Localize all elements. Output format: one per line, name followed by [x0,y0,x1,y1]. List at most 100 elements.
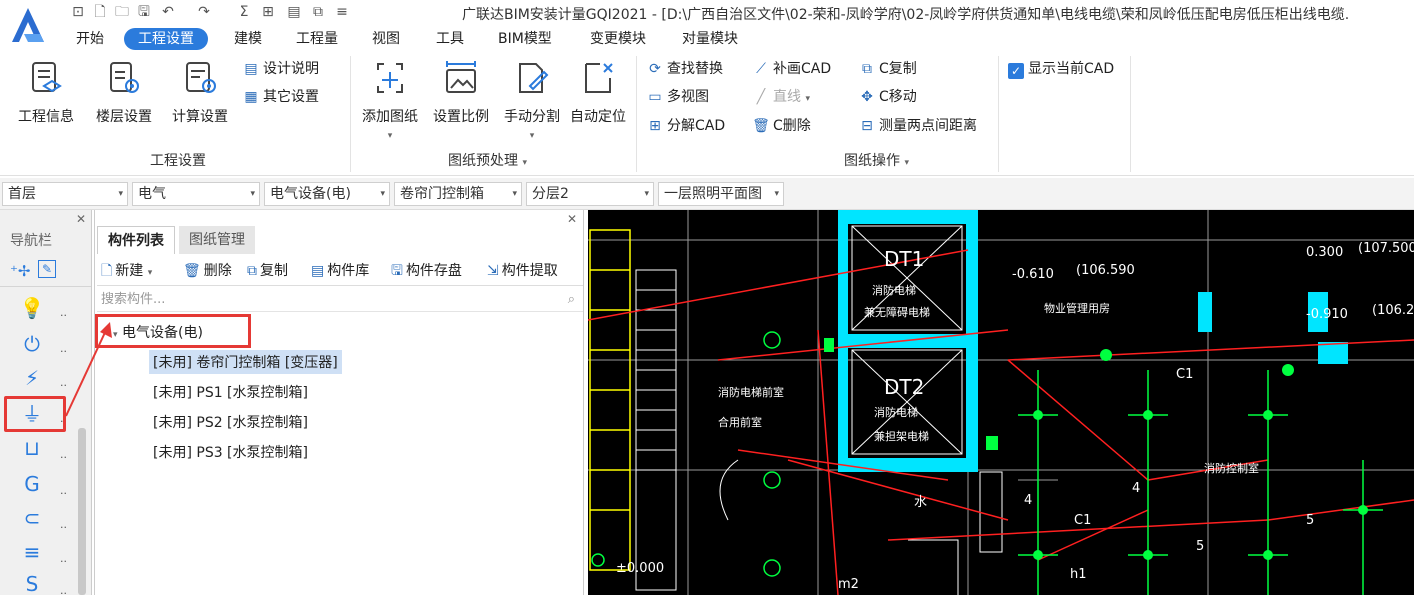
cable-icon[interactable]: S [16,568,48,595]
socket-icon[interactable]: ⏻ [16,328,48,360]
add-icon[interactable]: ⁺✢ [10,262,31,280]
delete-label: 删除 [203,263,232,279]
cad-canvas[interactable]: DT1 DT2 消防电梯 兼无障碍电梯 消防电梯 兼担架电梯 消防电梯前室 合用… [588,210,1414,595]
conduit-icon[interactable]: G [16,468,48,500]
filter-bar: 首层 ▾ 电气 ▾ 电气设备(电) ▾ 卷帘门控制箱 ▾ 分层2 ▾ 一层照明平面图 ▾ [0,178,1414,210]
library-icon: ▤ [311,263,325,279]
move-icon: ✥ [861,89,873,105]
extract-component-button[interactable]: ⇲ 构件提取 [487,260,558,282]
floor-select[interactable]: 首层 ▾ [2,182,128,206]
project-info-button[interactable]: 工程信息 [10,58,82,126]
ribbon-divider [636,56,637,172]
sum-icon[interactable]: Σ [236,4,252,20]
c-copy-button[interactable]: ⧉ C复制 [858,58,917,80]
more-icon[interactable]: .. [60,484,67,497]
auto-locate-icon [585,63,613,93]
save-disk-icon[interactable]: 🖫 [136,4,152,20]
add-drawing-button[interactable]: 添加图纸 ▾ [354,58,426,142]
tab-modeling[interactable]: 建模 [234,28,262,50]
more-icon[interactable]: .. [60,584,67,595]
cad-label-fire-lift: 消防电梯 [872,283,916,297]
new-file-icon[interactable]: 🗋 [92,4,108,20]
design-notes-button[interactable]: ▤ 设计说明 [242,58,319,80]
other-settings-button[interactable]: ▦ 其它设置 [242,86,319,108]
cad-elevation: -0.910 [1306,307,1348,322]
component-select-value: 卷帘门控制箱 [400,186,484,202]
scrollbar[interactable] [78,428,86,595]
component-select[interactable]: 卷帘门控制箱 ▾ [394,182,522,206]
report-icon[interactable]: ▤ [286,4,302,20]
library-button[interactable]: ▤ 构件库 [311,260,369,282]
tree-item[interactable]: [未用] 卷帘门控制箱 [变压器] [149,350,342,374]
ribbon-divider [1130,56,1131,172]
line-button[interactable]: ╱ 直线 ▾ [752,86,810,108]
copy-button[interactable]: ⧉ 复制 [247,260,288,282]
c-delete-label: C删除 [773,118,811,134]
tab-component-list[interactable]: 构件列表 [97,226,175,254]
multi-view-button[interactable]: ▭ 多视图 [646,86,709,108]
more-icon[interactable]: .. [60,518,67,531]
line-label: 直线 [773,89,801,105]
lighting-icon[interactable]: 💡 [16,292,48,324]
category-select[interactable]: 电气设备(电) ▾ [264,182,390,206]
tab-drawing-management[interactable]: 图纸管理 [179,226,255,254]
delete-button[interactable]: 🗑 删除 [183,260,232,282]
group-label-drawing-preprocess[interactable]: 图纸预处理 ▾ [448,150,527,170]
more-icon[interactable]: .. [60,306,67,319]
search-input[interactable]: 搜索构件... ⌕ [97,288,583,312]
copy-icon: ⧉ [862,61,872,77]
close-icon[interactable]: ✕ [567,212,577,226]
drawing-select[interactable]: 一层照明平面图 ▾ [658,182,784,206]
tab-change-module[interactable]: 变更模块 [590,28,646,50]
tree-item[interactable]: [未用] PS3 [水泵控制箱] [153,442,308,462]
redo-icon[interactable]: ↷ [196,4,212,20]
measure-distance-button[interactable]: ⊟ 测量两点间距离 [858,115,977,137]
show-current-cad-checkbox[interactable]: ✓ 显示当前CAD [1008,58,1114,80]
plug-icon[interactable]: ⊂ [16,502,48,534]
tab-reconcile-module[interactable]: 对量模块 [682,28,738,50]
c-delete-button[interactable]: 🗑 C删除 [752,115,811,137]
edit-icon[interactable]: ✎ [38,260,56,278]
new-button[interactable]: 🗋 新建 ▾ [101,260,152,282]
save-component-button[interactable]: 🖫 构件存盘 [391,260,462,282]
tab-project-settings[interactable]: 工程设置 [124,28,208,50]
library-label: 构件库 [327,263,370,279]
line-icon: ╱ [756,89,766,105]
layer-select[interactable]: 分层2 ▾ [526,182,654,206]
floor-settings-button[interactable]: 楼层设置 [88,58,160,126]
more-icon[interactable]: .. [60,448,67,461]
tab-bim-model[interactable]: BIM模型 [498,28,552,50]
category-select-value: 电气设备(电) [270,186,351,202]
tab-quantity[interactable]: 工程量 [296,28,338,50]
wire-icon[interactable]: ≡ [16,536,48,568]
discipline-select[interactable]: 电气 ▾ [132,182,260,206]
redraw-cad-button[interactable]: ⟋ 补画CAD [752,58,831,80]
manual-split-button[interactable]: 手动分割 ▾ [496,58,568,142]
distribution-box-icon[interactable]: ⚡ [16,362,48,394]
c-move-button[interactable]: ✥ C移动 [858,86,917,108]
auto-locate-button[interactable]: 自动定位 [562,58,634,126]
tree-item[interactable]: [未用] PS2 [水泵控制箱] [153,412,308,432]
cad-number: 5 [1306,513,1314,528]
undo-icon[interactable]: ↶ [160,4,176,20]
find-replace-button[interactable]: ⟳ 查找替换 [646,58,723,80]
quick-access-menu-icon[interactable]: ≡ [334,4,350,20]
more-icon[interactable]: .. [60,552,67,565]
save-icon[interactable]: ⊡ [70,4,86,20]
export-icon[interactable]: ⧉ [310,4,326,20]
chevron-down-icon: ▾ [644,189,649,199]
cable-tray-icon[interactable]: ⊔ [16,432,48,464]
tree-item[interactable]: [未用] PS1 [水泵控制箱] [153,382,308,402]
explode-cad-button[interactable]: ⊞ 分解CAD [646,115,725,137]
group-label-drawing-ops[interactable]: 图纸操作 ▾ [844,150,909,170]
calc-settings-button[interactable]: 计算设置 [164,58,236,126]
close-icon[interactable]: ✕ [76,212,86,226]
chevron-down-icon: ▾ [380,189,385,199]
table-icon[interactable]: ⊞ [260,4,276,20]
set-scale-button[interactable]: 设置比例 [425,58,497,126]
other-settings-label: 其它设置 [263,89,319,105]
tab-tools[interactable]: 工具 [436,28,464,50]
tab-start[interactable]: 开始 [76,28,104,50]
tab-view[interactable]: 视图 [372,28,400,50]
open-folder-icon[interactable]: 🗀 [114,4,130,20]
